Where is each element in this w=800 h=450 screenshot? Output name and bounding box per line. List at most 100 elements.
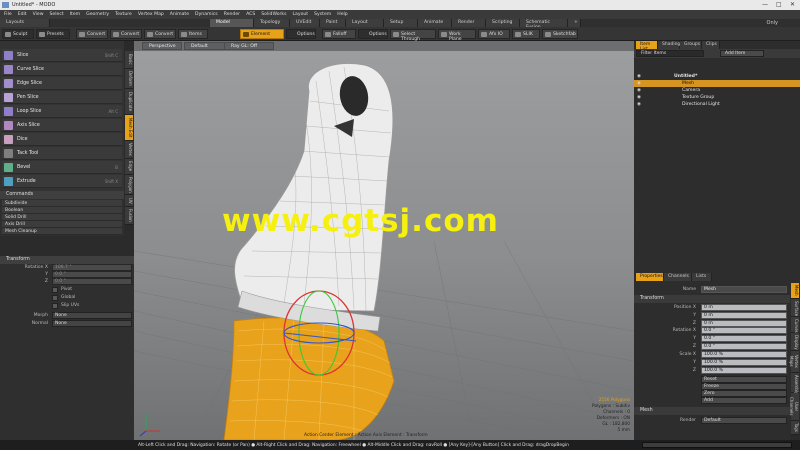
menu-layout[interactable]: Layout <box>292 12 308 17</box>
props-tab-mesh[interactable]: Mesh <box>791 283 799 299</box>
visibility-eye-icon[interactable]: ◉ <box>637 81 641 86</box>
tab-paint[interactable]: Paint <box>320 19 346 27</box>
menu-animate[interactable]: Animate <box>170 12 189 17</box>
tab-clips[interactable]: Clips <box>702 41 720 49</box>
convert-edges-button[interactable]: Convert <box>110 29 142 39</box>
items-mode-button[interactable]: Items <box>178 29 208 39</box>
commands-header[interactable]: Commands <box>0 191 124 199</box>
zero-button[interactable]: Zero <box>701 390 787 397</box>
layouts-dropdown[interactable]: Layouts <box>0 19 50 27</box>
props-tab-user-channels[interactable]: User Channels <box>789 393 799 421</box>
menu-help[interactable]: Help <box>337 12 347 17</box>
tool-extrude[interactable]: Extrude Shift X <box>2 175 122 188</box>
menu-edit[interactable]: Edit <box>18 12 27 17</box>
transform-header[interactable]: Transform <box>0 256 134 264</box>
tab-shading[interactable]: Shading <box>658 41 680 49</box>
afx-io-button[interactable]: Afx IO <box>478 29 510 39</box>
props-tab-display[interactable]: Display <box>791 333 799 351</box>
tab-animate[interactable]: Animate <box>418 19 452 27</box>
tool-dice[interactable]: Dice <box>2 133 122 146</box>
item-row-directional-light[interactable]: ◉ Directional Light <box>634 101 800 108</box>
tab-schematic-fusion[interactable]: Schematic Fusion <box>520 19 568 30</box>
menu-solidworks[interactable]: SolidWorks <box>261 12 286 17</box>
add-transform-button[interactable]: Add <box>701 397 787 404</box>
tab-setup[interactable]: Setup <box>384 19 418 27</box>
scale-z-field[interactable]: 100.0 % <box>701 367 787 374</box>
mesh-section-header[interactable]: Mesh <box>634 407 790 415</box>
toolbox-tab-fusion[interactable]: Fusion <box>125 207 133 225</box>
slip-uvs-checkbox[interactable] <box>52 303 58 309</box>
sculpt-button[interactable]: Sculpt <box>2 29 34 39</box>
command-input[interactable] <box>642 442 792 448</box>
item-row-mesh[interactable]: ◉ Mesh <box>634 80 800 87</box>
props-tab-tags[interactable]: Tags <box>791 421 799 435</box>
tab-scripting[interactable]: Scripting <box>486 19 520 27</box>
falloff-options-button[interactable]: Options <box>358 29 388 39</box>
toolbox-tab-polygon[interactable]: Polygon <box>125 175 133 195</box>
position-z-field[interactable]: 0 m <box>701 320 787 327</box>
item-row-scene[interactable]: ◉ Untitled* <box>634 73 800 80</box>
tab-lists[interactable]: Lists <box>692 273 712 281</box>
filter-items-input[interactable]: Filter Items <box>636 50 704 57</box>
menu-select[interactable]: Select <box>50 12 64 17</box>
work-plane-button[interactable]: Work Plane <box>438 29 476 42</box>
convert-vertices-button[interactable]: Convert <box>76 29 108 39</box>
element-mode-button[interactable]: Element <box>240 29 284 39</box>
minimize-button[interactable]: — <box>762 1 768 8</box>
ray-gl-toggle[interactable]: Ray GL: Off <box>224 42 274 50</box>
tab-item-list[interactable]: Item List <box>636 41 658 52</box>
scale-x-field[interactable]: 100.0 % <box>701 351 787 358</box>
render-select[interactable]: Default <box>701 417 787 424</box>
menu-system[interactable]: System <box>314 12 331 17</box>
tab-uvedit[interactable]: UVEdit <box>290 19 320 27</box>
tab-model[interactable]: Model <box>210 19 254 27</box>
tool-axis-slice[interactable]: Axis Slice <box>2 119 122 132</box>
menu-file[interactable]: File <box>4 12 12 17</box>
toolbox-tab-uv[interactable]: UV <box>125 195 133 207</box>
scale-y-field[interactable]: 100.0 % <box>701 359 787 366</box>
toolbox-tab-basic[interactable]: Basic <box>125 51 133 69</box>
menu-acs[interactable]: ACS <box>246 12 255 17</box>
rotation-y-field[interactable]: 0.0 ° <box>52 271 132 278</box>
menu-render[interactable]: Render <box>224 12 240 17</box>
menu-geometry[interactable]: Geometry <box>86 12 109 17</box>
falloff-button[interactable]: Falloff <box>322 29 356 39</box>
menu-texture[interactable]: Texture <box>115 12 132 17</box>
props-tab-surface[interactable]: Surface <box>791 299 799 317</box>
rotation-x-field[interactable]: 0.0 ° <box>701 327 787 334</box>
toolbox-tab-duplicate[interactable]: Duplicate <box>125 89 133 115</box>
props-tab-assembly[interactable]: Assembly <box>791 373 799 394</box>
maximize-button[interactable]: □ <box>776 1 782 8</box>
tool-loop-slice[interactable]: Loop Slice Alt C <box>2 105 122 118</box>
tool-tack[interactable]: Tack Tool <box>2 147 122 160</box>
normal-select[interactable]: None <box>52 320 132 327</box>
item-row-camera[interactable]: ◉ Camera <box>634 87 800 94</box>
sketchfab-button[interactable]: Sketchfab <box>542 29 578 39</box>
reset-button[interactable]: Reset <box>701 376 787 383</box>
add-item-button[interactable]: Add Item <box>720 50 764 57</box>
tool-curve-slice[interactable]: Curve Slice <box>2 63 122 76</box>
command-subdivide[interactable]: Subdivide <box>2 200 122 207</box>
toolbox-tab-mesh-edit[interactable]: Mesh Edit <box>125 115 133 141</box>
3d-viewport[interactable]: Perspective Default Ray GL: Off www.cgts… <box>134 41 634 440</box>
toolbox-tab-vertex[interactable]: Vertex <box>125 141 133 159</box>
rotation-z-field[interactable]: 0.0 ° <box>52 278 132 285</box>
visibility-eye-icon[interactable]: ◉ <box>637 88 641 93</box>
pivot-checkbox[interactable] <box>52 287 58 293</box>
convert-polygons-button[interactable]: Convert <box>144 29 176 39</box>
toolbox-tab-edge[interactable]: Edge <box>125 159 133 175</box>
presets-button[interactable]: Presets <box>36 29 70 39</box>
menu-vertex-map[interactable]: Vertex Map <box>138 12 164 17</box>
command-boolean[interactable]: Boolean <box>2 207 122 214</box>
menu-item[interactable]: Item <box>70 12 80 17</box>
item-row-texture-group[interactable]: ◉ Texture Group <box>634 94 800 101</box>
menu-dynamics[interactable]: Dynamics <box>195 12 218 17</box>
only-toggle[interactable]: Only <box>767 20 778 26</box>
slik-button[interactable]: SLIK <box>512 29 540 39</box>
toolbox-tab-deform[interactable]: Deform <box>125 69 133 89</box>
props-tab-curves[interactable]: Curves <box>791 317 799 333</box>
position-y-field[interactable]: 0 m <box>701 312 787 319</box>
props-tab-vertex-maps[interactable]: Vertex Maps <box>789 351 799 373</box>
tab-topology[interactable]: Topology <box>254 19 290 27</box>
transform-section-header[interactable]: Transform <box>634 295 790 303</box>
